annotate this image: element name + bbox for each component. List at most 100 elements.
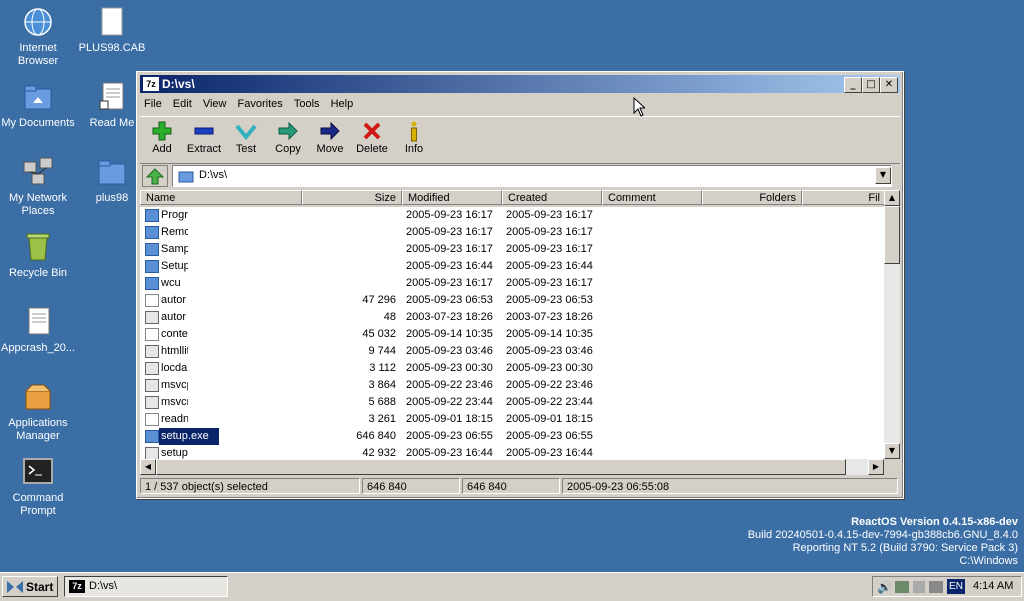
desktop-icon-label: Command Prompt bbox=[12, 492, 64, 517]
start-button[interactable]: Start bbox=[2, 576, 58, 597]
status-selection: 1 / 537 object(s) selected bbox=[140, 478, 360, 494]
file-row[interactable]: readn 3 261 2005-09-01 18:15 2005-09-01 18:… bbox=[140, 411, 884, 428]
column-created[interactable]: Created bbox=[502, 190, 602, 205]
file-modified: 2005-09-22 23:46 bbox=[406, 379, 493, 391]
add-icon bbox=[142, 119, 182, 143]
scroll-down-button[interactable]: ▼ bbox=[884, 443, 900, 459]
menu-edit[interactable]: Edit bbox=[173, 98, 192, 110]
taskbar-window-button[interactable]: 7z D:\vs\ bbox=[64, 576, 228, 597]
extract-button[interactable]: Extract bbox=[184, 119, 224, 155]
toolbar: Add Extract Test Copy Move Delete Info bbox=[140, 116, 900, 164]
menu-favorites[interactable]: Favorites bbox=[238, 98, 283, 110]
address-dropdown-button[interactable]: ▼ bbox=[875, 167, 891, 184]
file-row[interactable]: msvcp 3 864 2005-09-22 23:46 2005-09-22 23:… bbox=[140, 377, 884, 394]
file-size: 3 261 bbox=[368, 413, 396, 425]
column-name[interactable]: Name bbox=[140, 190, 302, 205]
file-name: Progr bbox=[161, 209, 188, 221]
file-row[interactable]: wcu 2005-09-23 16:17 2005-09-23 16:17 bbox=[140, 275, 884, 292]
network-icon[interactable] bbox=[895, 581, 909, 593]
horizontal-scrollbar[interactable]: ◀ ▶ bbox=[140, 459, 884, 475]
menu-help[interactable]: Help bbox=[331, 98, 354, 110]
package-icon bbox=[22, 381, 54, 413]
scroll-up-button[interactable]: ▲ bbox=[884, 190, 900, 206]
column-modified[interactable]: Modified bbox=[402, 190, 502, 205]
desktop-icon-appcrash[interactable]: Appcrash_20... bbox=[0, 306, 76, 355]
title-bar[interactable]: 7z D:\vs\ _ □ ✕ bbox=[140, 75, 900, 93]
clock[interactable]: 4:14 AM bbox=[973, 579, 1013, 594]
column-files[interactable]: Fil bbox=[802, 190, 886, 205]
file-modified: 2005-09-23 00:30 bbox=[406, 362, 493, 374]
minimize-button[interactable]: _ bbox=[844, 77, 862, 93]
folder-icon bbox=[145, 243, 159, 256]
info-button[interactable]: Info bbox=[394, 119, 434, 155]
maximize-button[interactable]: □ bbox=[862, 77, 880, 93]
file-created: 2005-09-23 16:17 bbox=[506, 277, 593, 289]
file-row[interactable]: conte 45 032 2005-09-14 10:35 2005-09-14 10… bbox=[140, 326, 884, 343]
app-icon: 7z bbox=[69, 580, 85, 593]
document-icon bbox=[145, 294, 159, 307]
delete-button[interactable]: Delete bbox=[352, 119, 392, 155]
file-created: 2003-07-23 18:26 bbox=[506, 311, 593, 323]
scroll-right-button[interactable]: ▶ bbox=[868, 459, 884, 475]
settings-file-icon bbox=[145, 311, 159, 324]
file-modified: 2005-09-23 16:17 bbox=[406, 277, 493, 289]
desktop-icon-command-prompt[interactable]: Command Prompt bbox=[0, 456, 76, 518]
column-size[interactable]: Size bbox=[302, 190, 402, 205]
test-button[interactable]: Test bbox=[226, 119, 266, 155]
close-button[interactable]: ✕ bbox=[880, 77, 898, 93]
file-row[interactable]: autor 47 296 2005-09-23 06:53 2005-09-23 06… bbox=[140, 292, 884, 309]
file-row[interactable]: htmllit 9 744 2005-09-23 03:46 2005-09-23 0… bbox=[140, 343, 884, 360]
file-size: 5 688 bbox=[368, 396, 396, 408]
menu-tools[interactable]: Tools bbox=[294, 98, 320, 110]
file-created: 2005-09-23 06:53 bbox=[506, 294, 593, 306]
desktop-icon-internet-browser[interactable]: Internet Browser bbox=[0, 6, 76, 68]
file-size: 3 864 bbox=[368, 379, 396, 391]
status-date: 2005-09-23 06:55:08 bbox=[562, 478, 898, 494]
settings-file-icon bbox=[145, 362, 159, 375]
settings-file-icon bbox=[145, 396, 159, 409]
scroll-thumb[interactable] bbox=[884, 206, 900, 264]
file-row[interactable]: Setup 2005-09-23 16:44 2005-09-23 16:44 bbox=[140, 258, 884, 275]
safely-remove-icon[interactable] bbox=[913, 581, 925, 593]
file-created: 2005-09-22 23:44 bbox=[506, 396, 593, 408]
desktop-icon-applications-manager[interactable]: Applications Manager bbox=[0, 381, 76, 443]
volume-icon[interactable]: 🔊 bbox=[877, 580, 892, 594]
file-row[interactable]: Samp 2005-09-23 16:17 2005-09-23 16:17 bbox=[140, 241, 884, 258]
app-icon: 7z bbox=[143, 77, 159, 91]
file-row[interactable]: Remo 2005-09-23 16:17 2005-09-23 16:17 bbox=[140, 224, 884, 241]
file-name: readn bbox=[161, 413, 188, 425]
file-row[interactable]: setup.ini 42 932 2005-09-23 16:44 2005-09-2… bbox=[140, 445, 884, 459]
settings-file-icon bbox=[145, 379, 159, 392]
column-folders[interactable]: Folders bbox=[702, 190, 802, 205]
file-name: autor bbox=[161, 294, 187, 306]
file-row[interactable]: autor 48 2003-07-23 18:26 2003-07-23 18:26 bbox=[140, 309, 884, 326]
file-row[interactable]: locdal 3 112 2005-09-23 00:30 2005-09-23 00… bbox=[140, 360, 884, 377]
address-input[interactable]: D:\vs\ ▼ bbox=[172, 165, 892, 187]
column-comment[interactable]: Comment bbox=[602, 190, 702, 205]
desktop-icon-my-documents[interactable]: My Documents bbox=[0, 81, 76, 130]
up-folder-button[interactable] bbox=[142, 165, 168, 187]
file-name: setup.ini bbox=[161, 447, 188, 459]
display-icon[interactable] bbox=[929, 581, 943, 593]
status-size: 646 840 bbox=[362, 478, 460, 494]
vertical-scrollbar[interactable]: ▲ ▼ bbox=[884, 190, 900, 459]
menu-view[interactable]: View bbox=[203, 98, 227, 110]
desktop-icon-plus98-cab[interactable]: PLUS98.CAB bbox=[74, 6, 150, 55]
menu-file[interactable]: File bbox=[144, 98, 162, 110]
file-modified: 2005-09-23 03:46 bbox=[406, 345, 493, 357]
move-button[interactable]: Move bbox=[310, 119, 350, 155]
file-row[interactable]: Progr 2005-09-23 16:17 2005-09-23 16:17 bbox=[140, 207, 884, 224]
file-size: 45 032 bbox=[362, 328, 396, 340]
status-bar: 1 / 537 object(s) selected 646 840 646 8… bbox=[140, 477, 900, 495]
language-indicator[interactable]: EN bbox=[947, 579, 965, 594]
folder-icon bbox=[145, 260, 159, 273]
desktop-icon-my-network-places[interactable]: My Network Places bbox=[0, 156, 76, 218]
desktop-icon-recycle-bin[interactable]: Recycle Bin bbox=[0, 231, 76, 280]
file-row[interactable]: setup.exe 646 840 2005-09-23 06:55 2005-09-… bbox=[140, 428, 884, 445]
file-row[interactable]: msvcr 5 688 2005-09-22 23:44 2005-09-22 23:… bbox=[140, 394, 884, 411]
file-created: 2005-09-23 03:46 bbox=[506, 345, 593, 357]
add-button[interactable]: Add bbox=[142, 119, 182, 155]
scroll-h-thumb[interactable] bbox=[156, 459, 846, 475]
scroll-left-button[interactable]: ◀ bbox=[140, 459, 156, 475]
copy-button[interactable]: Copy bbox=[268, 119, 308, 155]
